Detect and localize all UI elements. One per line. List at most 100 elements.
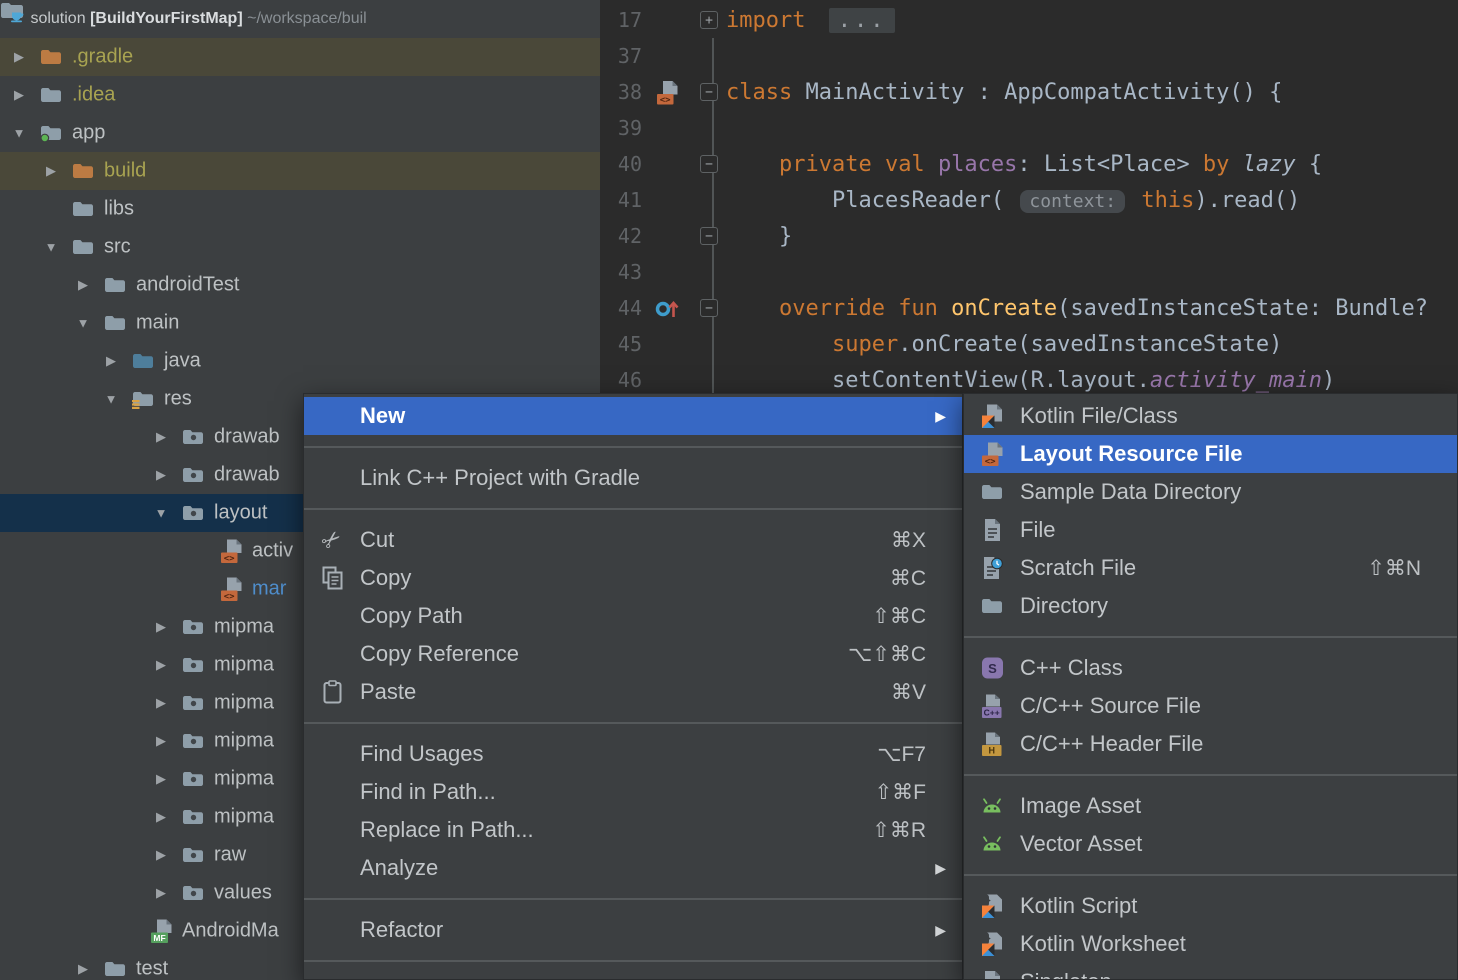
new-submenu-item-vector-asset[interactable]: Vector Asset: [964, 825, 1457, 863]
context-menu-item-find-usages[interactable]: Find Usages⌥F7: [304, 735, 962, 773]
tree-row-idea[interactable]: ▶.idea: [0, 76, 600, 114]
code-line-42[interactable]: 42− }: [600, 218, 1458, 254]
menu-item-label: Image Asset: [1020, 793, 1141, 819]
new-submenu-item-c-c-header-file[interactable]: HC/C++ Header File: [964, 725, 1457, 763]
cut-icon: ✂: [322, 529, 341, 552]
tree-row-java[interactable]: ▶ java: [0, 342, 600, 380]
expand-arrow-icon[interactable]: ▶: [150, 657, 172, 673]
menu-shortcut: ⌥⇧⌘C: [848, 642, 926, 667]
context-menu-item-analyze[interactable]: Analyze▶: [304, 849, 962, 887]
expand-arrow-icon[interactable]: ▶: [100, 353, 122, 369]
expand-arrow-icon[interactable]: ▶: [8, 49, 30, 65]
tree-item-label: mipma: [214, 654, 274, 677]
menu-shortcut: ⇧⌘R: [872, 818, 926, 843]
code-line-37[interactable]: 37: [600, 38, 1458, 74]
collapse-arrow-icon[interactable]: ▼: [100, 392, 122, 407]
tree-row-build[interactable]: ▶build: [0, 152, 600, 190]
context-menu-item-replace-in-path[interactable]: Replace in Path...⇧⌘R: [304, 811, 962, 849]
code-line-43[interactable]: 43: [600, 254, 1458, 290]
tree-row-solution[interactable]: solution [BuildYourFirstMap] ~/workspace…: [0, 0, 600, 38]
expand-arrow-icon[interactable]: ▶: [40, 163, 62, 179]
expand-arrow-icon[interactable]: ▶: [72, 277, 94, 293]
context-menu-item-copy[interactable]: Copy⌘C: [304, 559, 962, 597]
new-submenu-item-c-class[interactable]: SC++ Class: [964, 649, 1457, 687]
fold-marker[interactable]: +: [700, 11, 718, 29]
line-number: 39: [600, 116, 642, 140]
expand-arrow-icon[interactable]: ▶: [150, 619, 172, 635]
collapse-arrow-icon[interactable]: ▼: [40, 240, 62, 255]
code-line-41[interactable]: 41 PlacesReader( context: this).read(): [600, 182, 1458, 218]
menu-item-label: Find in Path...: [360, 779, 496, 805]
context-menu-item-new[interactable]: New▶: [304, 397, 962, 435]
expand-arrow-icon[interactable]: ▶: [150, 885, 172, 901]
new-submenu-item-layout-resource-file[interactable]: <>Layout Resource File: [964, 435, 1457, 473]
context-menu-item-copy-reference[interactable]: Copy Reference⌥⇧⌘C: [304, 635, 962, 673]
code-lines: 17+import ...3738<>−class MainActivity :…: [600, 2, 1458, 398]
new-submenu-item-c-c-source-file[interactable]: C++C/C++ Source File: [964, 687, 1457, 725]
menu-shortcut: ⌥F7: [877, 742, 926, 767]
new-submenu: Kotlin File/Class<>Layout Resource FileS…: [963, 393, 1458, 980]
new-submenu-item-sample-data-directory[interactable]: Sample Data Directory: [964, 473, 1457, 511]
new-submenu-item-kotlin-script[interactable]: Kotlin Script: [964, 887, 1457, 925]
folder-res-icon: [182, 852, 204, 869]
layout-file-icon: <>: [220, 551, 243, 568]
context-menu-item-find-in-path[interactable]: Find in Path...⇧⌘F: [304, 773, 962, 811]
gutter[interactable]: [642, 295, 692, 321]
tree-item-label: .gradle: [72, 46, 133, 69]
line-number: 37: [600, 44, 642, 68]
expand-arrow-icon[interactable]: ▶: [72, 961, 94, 977]
new-submenu-item-kotlin-file-class[interactable]: Kotlin File/Class: [964, 397, 1457, 435]
expand-arrow-icon[interactable]: ▶: [150, 771, 172, 787]
code-line-38[interactable]: 38<>−class MainActivity : AppCompatActiv…: [600, 74, 1458, 110]
fold-marker[interactable]: −: [700, 227, 718, 245]
new-submenu-item-directory[interactable]: Directory: [964, 587, 1457, 625]
expand-arrow-icon[interactable]: ▶: [150, 847, 172, 863]
new-submenu-item-image-asset[interactable]: Image Asset: [964, 787, 1457, 825]
new-submenu-item-file[interactable]: File: [964, 511, 1457, 549]
context-menu-item-paste[interactable]: Paste⌘V: [304, 673, 962, 711]
collapse-arrow-icon[interactable]: ▼: [150, 506, 172, 521]
context-menu-item-add-to-favorites[interactable]: Add to Favorites: [304, 973, 962, 980]
tree-row-main[interactable]: ▼main: [0, 304, 600, 342]
fold-marker[interactable]: −: [700, 83, 718, 101]
tree-row-androidtest[interactable]: ▶androidTest: [0, 266, 600, 304]
tree-row-gradle[interactable]: ▶ .gradle: [0, 38, 600, 76]
code-line-17[interactable]: 17+import ...: [600, 2, 1458, 38]
new-submenu-item-scratch-file[interactable]: Scratch File⇧⌘N: [964, 549, 1457, 587]
expand-arrow-icon[interactable]: ▶: [8, 87, 30, 103]
new-submenu-item-singleton[interactable]: Singleton: [964, 963, 1457, 980]
expand-arrow-icon[interactable]: ▶: [150, 809, 172, 825]
expand-arrow-icon[interactable]: ▶: [150, 467, 172, 483]
tree-item-label: mipma: [214, 616, 274, 639]
tree-row-libs[interactable]: libs: [0, 190, 600, 228]
expand-arrow-icon[interactable]: ▶: [150, 695, 172, 711]
context-menu-item-copy-path[interactable]: Copy Path⇧⌘C: [304, 597, 962, 635]
menu-item-label: Kotlin File/Class: [1020, 403, 1178, 429]
project-root-label: solution [BuildYourFirstMap] ~/workspace…: [30, 10, 366, 27]
tree-row-src[interactable]: ▼src: [0, 228, 600, 266]
menu-item-label: Copy Path: [360, 603, 463, 629]
tree-item-label: drawab: [214, 464, 280, 487]
menu-shortcut: ⇧⌘N: [1367, 556, 1421, 581]
new-submenu-item-kotlin-worksheet[interactable]: Kotlin Worksheet: [964, 925, 1457, 963]
expand-arrow-icon[interactable]: ▶: [150, 429, 172, 445]
tree-row-app[interactable]: ▼app: [0, 114, 600, 152]
context-menu-item-link-c-project-with-gradle[interactable]: Link C++ Project with Gradle: [304, 459, 962, 497]
code-line-40[interactable]: 40− private val places: List<Place> by l…: [600, 146, 1458, 182]
code-line-45[interactable]: 45 super.onCreate(savedInstanceState): [600, 326, 1458, 362]
collapse-arrow-icon[interactable]: ▼: [8, 126, 30, 141]
context-menu-item-refactor[interactable]: Refactor▶: [304, 911, 962, 949]
collapse-arrow-icon[interactable]: ▼: [72, 316, 94, 331]
fold-marker[interactable]: −: [700, 155, 718, 173]
fold-marker[interactable]: −: [700, 299, 718, 317]
gutter[interactable]: <>: [642, 80, 692, 105]
tree-item-label: java: [164, 350, 201, 373]
expand-arrow-icon[interactable]: ▶: [150, 733, 172, 749]
folder-gray-icon: [104, 966, 126, 980]
code-line-39[interactable]: 39: [600, 110, 1458, 146]
svg-text:<>: <>: [659, 95, 670, 105]
code-line-44[interactable]: 44− override fun onCreate(savedInstanceS…: [600, 290, 1458, 326]
menu-item-label: Directory: [1020, 593, 1108, 619]
folder-gray-icon: [72, 206, 94, 223]
context-menu-item-cut[interactable]: ✂Cut⌘X: [304, 521, 962, 559]
